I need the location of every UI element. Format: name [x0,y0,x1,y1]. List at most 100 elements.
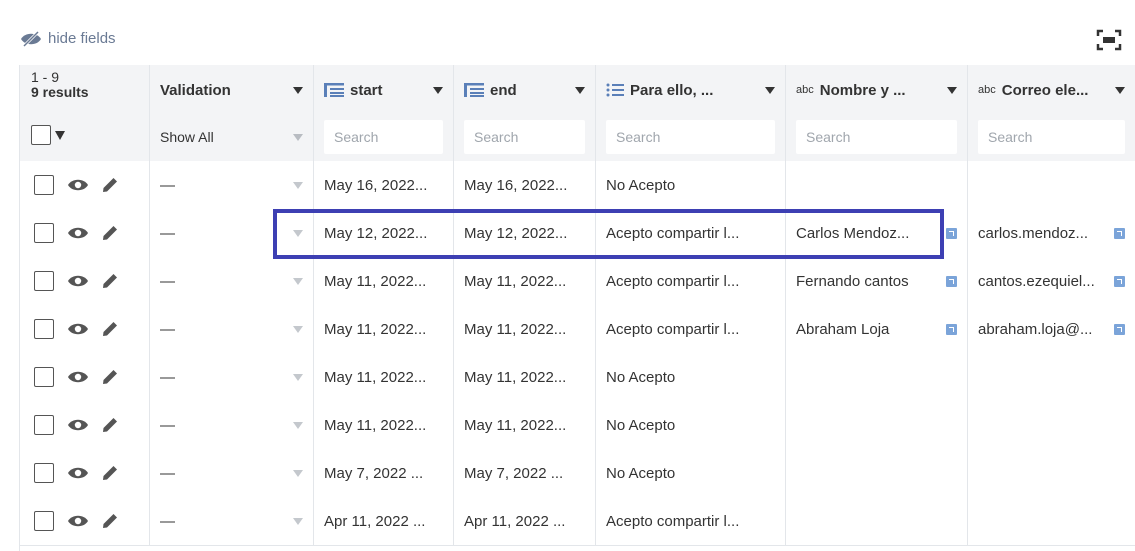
pencil-icon[interactable] [102,369,118,385]
nombre-cell [786,497,968,545]
table-row[interactable]: — May 12, 2022... May 12, 2022... Acepto… [20,209,1135,258]
eye-icon[interactable] [68,370,88,384]
column-label: Nombre y ... [819,81,906,99]
pencil-icon[interactable] [102,417,118,433]
table-row[interactable]: — Apr 11, 2022 ... Apr 11, 2022 ... Acep… [20,497,1135,546]
pencil-icon[interactable] [102,177,118,193]
eye-icon[interactable] [68,322,88,336]
select-all-checkbox[interactable] [31,125,51,145]
validation-value: — [160,224,175,242]
row-checkbox[interactable] [34,175,54,195]
eye-icon[interactable] [68,466,88,480]
para-value: No Acepto [606,368,676,386]
row-checkbox[interactable] [34,271,54,291]
pencil-icon[interactable] [102,321,118,337]
table-row[interactable]: — May 11, 2022... May 11, 2022... Acepto… [20,305,1135,354]
table-row[interactable]: — May 11, 2022... May 11, 2022... No Ace… [20,353,1135,402]
chevron-down-icon[interactable] [293,229,303,237]
hide-fields-button[interactable]: hide fields [20,30,116,47]
external-link-icon[interactable] [1114,227,1125,239]
column-header-correo[interactable]: abc Correo ele... [968,65,1135,115]
column-header-end[interactable]: end [454,65,596,115]
correo-cell: cantos.ezequiel... [968,257,1135,305]
pencil-icon[interactable] [102,465,118,481]
end-filter-cell: Search [454,115,596,161]
table-header: 1 - 9 9 results Validation start end Par… [20,65,1135,115]
eye-icon[interactable] [68,418,88,432]
row-checkbox[interactable] [34,463,54,483]
validation-cell[interactable]: — [150,305,314,353]
chevron-down-icon[interactable] [575,86,585,94]
chevron-down-icon[interactable] [1115,86,1125,94]
row-checkbox[interactable] [34,223,54,243]
validation-cell[interactable]: — [150,209,314,257]
validation-cell[interactable]: — [150,497,314,545]
row-checkbox[interactable] [34,415,54,435]
chevron-down-icon[interactable] [293,133,303,141]
nombre-value: Carlos Mendoz... [796,224,910,242]
select-all-cell [20,115,150,161]
chevron-down-icon[interactable] [293,325,303,333]
end-cell: May 11, 2022... [454,257,596,305]
pencil-icon[interactable] [102,225,118,241]
nombre-search-input[interactable]: Search [796,120,957,154]
select-menu-caret-icon[interactable] [55,130,65,140]
nombre-cell [786,161,968,209]
start-value: May 7, 2022 ... [324,464,424,482]
column-label: Validation [160,81,231,99]
end-value: Apr 11, 2022 ... [464,512,566,530]
table-row[interactable]: — May 7, 2022 ... May 7, 2022 ... No Ace… [20,449,1135,498]
row-actions [20,305,150,353]
para-value: Acepto compartir l... [606,320,740,338]
chevron-down-icon[interactable] [293,421,303,429]
end-value: May 16, 2022... [464,176,568,194]
chevron-down-icon[interactable] [293,181,303,189]
column-header-para[interactable]: Para ello, ... [596,65,786,115]
table-row[interactable]: — May 11, 2022... May 11, 2022... Acepto… [20,257,1135,306]
validation-cell[interactable]: — [150,353,314,401]
validation-cell[interactable]: — [150,257,314,305]
validation-cell[interactable]: — [150,161,314,209]
validation-cell[interactable]: — [150,401,314,449]
chevron-down-icon[interactable] [293,469,303,477]
column-header-start[interactable]: start [314,65,454,115]
column-label: Correo ele... [1001,81,1089,99]
correo-cell: abraham.loja@... [968,305,1135,353]
validation-filter-select[interactable]: Show All [160,120,303,154]
eye-icon[interactable] [68,226,88,240]
eye-icon[interactable] [68,514,88,528]
correo-search-input[interactable]: Search [978,120,1125,154]
external-link-icon[interactable] [946,227,957,239]
fullscreen-icon[interactable] [1095,27,1123,53]
table-row[interactable]: — May 11, 2022... May 11, 2022... No Ace… [20,401,1135,450]
chevron-down-icon[interactable] [293,517,303,525]
chevron-down-icon[interactable] [947,86,957,94]
end-search-input[interactable]: Search [464,120,585,154]
chevron-down-icon[interactable] [293,86,303,94]
chevron-down-icon[interactable] [293,373,303,381]
external-link-icon[interactable] [1114,275,1125,287]
validation-value: — [160,176,175,194]
pencil-icon[interactable] [102,513,118,529]
start-cell: May 16, 2022... [314,161,454,209]
column-header-validation[interactable]: Validation [150,65,314,115]
external-link-icon[interactable] [946,275,957,287]
eye-icon[interactable] [68,274,88,288]
external-link-icon[interactable] [946,323,957,335]
chevron-down-icon[interactable] [293,277,303,285]
external-link-icon[interactable] [1114,323,1125,335]
start-search-input[interactable]: Search [324,120,443,154]
para-search-input[interactable]: Search [606,120,775,154]
pencil-icon[interactable] [102,273,118,289]
row-checkbox[interactable] [34,367,54,387]
validation-cell[interactable]: — [150,449,314,497]
column-header-nombre[interactable]: abc Nombre y ... [786,65,968,115]
chevron-down-icon[interactable] [765,86,775,94]
eye-icon[interactable] [68,178,88,192]
table-row[interactable]: — May 16, 2022... May 16, 2022... No Ace… [20,161,1135,210]
start-value: May 11, 2022... [324,368,427,386]
row-actions [20,353,150,401]
row-checkbox[interactable] [34,511,54,531]
row-checkbox[interactable] [34,319,54,339]
chevron-down-icon[interactable] [433,86,443,94]
